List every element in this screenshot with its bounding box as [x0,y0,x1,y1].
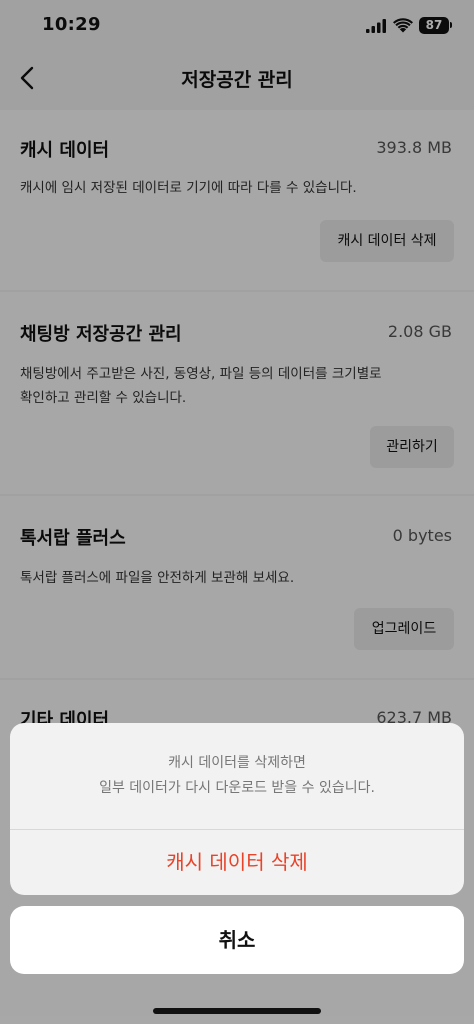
message-line: 일부 데이터가 다시 다운로드 받을 수 있습니다. [99,780,375,796]
home-indicator [153,1008,321,1014]
confirm-delete-cache-button[interactable]: 캐시 데이터 삭제 [10,830,464,895]
message-line: 캐시 데이터를 삭제하면 [168,755,306,771]
storage-management-screen: 10:29 87 저장공간 관리 캐시 데이터 393.8 MB 캐시에 임시 … [0,0,474,1024]
action-sheet-message: 캐시 데이터를 삭제하면 일부 데이터가 다시 다운로드 받을 수 있습니다. [10,751,464,801]
cancel-button[interactable]: 취소 [10,906,464,974]
action-sheet: 캐시 데이터를 삭제하면 일부 데이터가 다시 다운로드 받을 수 있습니다. … [10,723,464,895]
